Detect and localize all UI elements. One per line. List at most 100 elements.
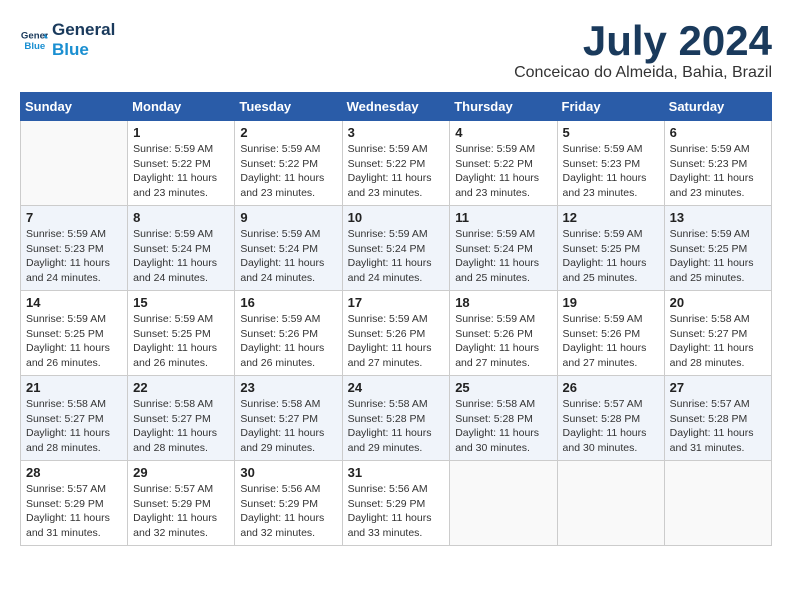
calendar-cell: 11Sunrise: 5:59 AMSunset: 5:24 PMDayligh… bbox=[450, 206, 557, 291]
day-header-sunday: Sunday bbox=[21, 93, 128, 121]
day-info: Sunrise: 5:59 AMSunset: 5:22 PMDaylight:… bbox=[133, 142, 229, 201]
day-number: 17 bbox=[348, 295, 445, 310]
day-info: Sunrise: 5:58 AMSunset: 5:28 PMDaylight:… bbox=[348, 397, 445, 456]
day-number: 13 bbox=[670, 210, 766, 225]
calendar-week-row: 1Sunrise: 5:59 AMSunset: 5:22 PMDaylight… bbox=[21, 121, 772, 206]
calendar-cell: 8 Sunrise: 5:59 AMSunset: 5:24 PMDaylight… bbox=[128, 206, 235, 291]
calendar-cell: 22 Sunrise: 5:58 AMSunset: 5:27 PMDayligh… bbox=[128, 376, 235, 461]
day-info: Sunrise: 5:58 AMSunset: 5:27 PMDaylight:… bbox=[26, 397, 122, 456]
day-info: Sunrise: 5:59 AMSunset: 5:23 PMDaylight:… bbox=[670, 142, 766, 201]
day-number: 15 bbox=[133, 295, 229, 310]
day-header-friday: Friday bbox=[557, 93, 664, 121]
calendar-cell: 7 Sunrise: 5:59 AMSunset: 5:23 PMDaylight… bbox=[21, 206, 128, 291]
day-info: Sunrise: 5:58 AMSunset: 5:27 PMDaylight:… bbox=[670, 312, 766, 371]
day-info: Sunrise: 5:59 AMSunset: 5:26 PMDaylight:… bbox=[240, 312, 336, 371]
day-info: Sunrise: 5:59 AMSunset: 5:23 PMDaylight:… bbox=[563, 142, 659, 201]
day-number: 20 bbox=[670, 295, 766, 310]
logo: General Blue General Blue bbox=[20, 20, 115, 61]
calendar-cell: 5 Sunrise: 5:59 AMSunset: 5:23 PMDaylight… bbox=[557, 121, 664, 206]
calendar-cell: 23 Sunrise: 5:58 AMSunset: 5:27 PMDayligh… bbox=[235, 376, 342, 461]
day-number: 16 bbox=[240, 295, 336, 310]
day-info: Sunrise: 5:59 AMSunset: 5:22 PMDaylight:… bbox=[455, 142, 551, 201]
day-info: Sunrise: 5:59 AMSunset: 5:26 PMDaylight:… bbox=[563, 312, 659, 371]
day-number: 7 bbox=[26, 210, 122, 225]
day-number: 3 bbox=[348, 125, 445, 140]
day-header-monday: Monday bbox=[128, 93, 235, 121]
day-number: 9 bbox=[240, 210, 336, 225]
day-info: Sunrise: 5:59 AMSunset: 5:22 PMDaylight:… bbox=[348, 142, 445, 201]
days-of-week-row: SundayMondayTuesdayWednesdayThursdayFrid… bbox=[21, 93, 772, 121]
day-header-tuesday: Tuesday bbox=[235, 93, 342, 121]
calendar-cell: 15 Sunrise: 5:59 AMSunset: 5:25 PMDayligh… bbox=[128, 291, 235, 376]
day-info: Sunrise: 5:59 AMSunset: 5:23 PMDaylight:… bbox=[26, 227, 122, 286]
logo-text-general: General bbox=[52, 20, 115, 40]
location-subtitle: Conceicao do Almeida, Bahia, Brazil bbox=[514, 64, 772, 82]
day-info: Sunrise: 5:59 AMSunset: 5:24 PMDaylight:… bbox=[240, 227, 336, 286]
calendar-cell: 26Sunrise: 5:57 AMSunset: 5:28 PMDayligh… bbox=[557, 376, 664, 461]
day-info: Sunrise: 5:59 AMSunset: 5:22 PMDaylight:… bbox=[240, 142, 336, 201]
calendar-cell: 24 Sunrise: 5:58 AMSunset: 5:28 PMDayligh… bbox=[342, 376, 450, 461]
day-header-saturday: Saturday bbox=[664, 93, 771, 121]
calendar-cell: 21Sunrise: 5:58 AMSunset: 5:27 PMDayligh… bbox=[21, 376, 128, 461]
calendar-cell: 25 Sunrise: 5:58 AMSunset: 5:28 PMDayligh… bbox=[450, 376, 557, 461]
day-header-wednesday: Wednesday bbox=[342, 93, 450, 121]
calendar-cell: 6 Sunrise: 5:59 AMSunset: 5:23 PMDaylight… bbox=[664, 121, 771, 206]
day-header-thursday: Thursday bbox=[450, 93, 557, 121]
svg-text:General: General bbox=[21, 31, 48, 42]
day-number: 14 bbox=[26, 295, 122, 310]
day-number: 12 bbox=[563, 210, 659, 225]
calendar-cell: 14 Sunrise: 5:59 AMSunset: 5:25 PMDayligh… bbox=[21, 291, 128, 376]
day-info: Sunrise: 5:59 AMSunset: 5:24 PMDaylight:… bbox=[133, 227, 229, 286]
calendar-cell: 30 Sunrise: 5:56 AMSunset: 5:29 PMDayligh… bbox=[235, 461, 342, 546]
calendar-cell: 18Sunrise: 5:59 AMSunset: 5:26 PMDayligh… bbox=[450, 291, 557, 376]
day-number: 25 bbox=[455, 380, 551, 395]
day-number: 30 bbox=[240, 465, 336, 480]
page-header: General Blue General Blue July 2024 Conc… bbox=[20, 20, 772, 82]
day-info: Sunrise: 5:57 AMSunset: 5:28 PMDaylight:… bbox=[563, 397, 659, 456]
day-number: 22 bbox=[133, 380, 229, 395]
calendar-week-row: 14 Sunrise: 5:59 AMSunset: 5:25 PMDayligh… bbox=[21, 291, 772, 376]
day-info: Sunrise: 5:58 AMSunset: 5:28 PMDaylight:… bbox=[455, 397, 551, 456]
day-info: Sunrise: 5:58 AMSunset: 5:27 PMDaylight:… bbox=[133, 397, 229, 456]
logo-icon: General Blue bbox=[20, 26, 48, 54]
day-number: 27 bbox=[670, 380, 766, 395]
calendar-cell: 19Sunrise: 5:59 AMSunset: 5:26 PMDayligh… bbox=[557, 291, 664, 376]
day-info: Sunrise: 5:59 AMSunset: 5:26 PMDaylight:… bbox=[455, 312, 551, 371]
calendar-cell: 17Sunrise: 5:59 AMSunset: 5:26 PMDayligh… bbox=[342, 291, 450, 376]
calendar-cell bbox=[21, 121, 128, 206]
day-info: Sunrise: 5:59 AMSunset: 5:25 PMDaylight:… bbox=[26, 312, 122, 371]
calendar-week-row: 7 Sunrise: 5:59 AMSunset: 5:23 PMDaylight… bbox=[21, 206, 772, 291]
calendar-week-row: 21Sunrise: 5:58 AMSunset: 5:27 PMDayligh… bbox=[21, 376, 772, 461]
calendar-cell: 31Sunrise: 5:56 AMSunset: 5:29 PMDayligh… bbox=[342, 461, 450, 546]
day-info: Sunrise: 5:57 AMSunset: 5:29 PMDaylight:… bbox=[133, 482, 229, 541]
day-number: 11 bbox=[455, 210, 551, 225]
day-info: Sunrise: 5:57 AMSunset: 5:29 PMDaylight:… bbox=[26, 482, 122, 541]
calendar-cell: 2 Sunrise: 5:59 AMSunset: 5:22 PMDaylight… bbox=[235, 121, 342, 206]
calendar-cell: 4Sunrise: 5:59 AMSunset: 5:22 PMDaylight… bbox=[450, 121, 557, 206]
day-info: Sunrise: 5:58 AMSunset: 5:27 PMDaylight:… bbox=[240, 397, 336, 456]
logo-text-blue: Blue bbox=[52, 40, 115, 60]
day-number: 23 bbox=[240, 380, 336, 395]
calendar-cell bbox=[450, 461, 557, 546]
calendar-week-row: 28 Sunrise: 5:57 AMSunset: 5:29 PMDayligh… bbox=[21, 461, 772, 546]
calendar-cell: 3 Sunrise: 5:59 AMSunset: 5:22 PMDaylight… bbox=[342, 121, 450, 206]
day-number: 5 bbox=[563, 125, 659, 140]
calendar-cell: 12Sunrise: 5:59 AMSunset: 5:25 PMDayligh… bbox=[557, 206, 664, 291]
day-number: 8 bbox=[133, 210, 229, 225]
day-number: 28 bbox=[26, 465, 122, 480]
calendar-cell: 13 Sunrise: 5:59 AMSunset: 5:25 PMDayligh… bbox=[664, 206, 771, 291]
day-info: Sunrise: 5:57 AMSunset: 5:28 PMDaylight:… bbox=[670, 397, 766, 456]
day-number: 6 bbox=[670, 125, 766, 140]
day-info: Sunrise: 5:59 AMSunset: 5:25 PMDaylight:… bbox=[133, 312, 229, 371]
day-info: Sunrise: 5:56 AMSunset: 5:29 PMDaylight:… bbox=[240, 482, 336, 541]
day-info: Sunrise: 5:59 AMSunset: 5:25 PMDaylight:… bbox=[670, 227, 766, 286]
calendar-cell: 29Sunrise: 5:57 AMSunset: 5:29 PMDayligh… bbox=[128, 461, 235, 546]
calendar-cell: 1Sunrise: 5:59 AMSunset: 5:22 PMDaylight… bbox=[128, 121, 235, 206]
day-number: 2 bbox=[240, 125, 336, 140]
calendar-cell: 10Sunrise: 5:59 AMSunset: 5:24 PMDayligh… bbox=[342, 206, 450, 291]
calendar-cell bbox=[664, 461, 771, 546]
day-number: 24 bbox=[348, 380, 445, 395]
calendar-table: SundayMondayTuesdayWednesdayThursdayFrid… bbox=[20, 92, 772, 546]
calendar-cell: 27 Sunrise: 5:57 AMSunset: 5:28 PMDayligh… bbox=[664, 376, 771, 461]
calendar-cell: 20 Sunrise: 5:58 AMSunset: 5:27 PMDayligh… bbox=[664, 291, 771, 376]
